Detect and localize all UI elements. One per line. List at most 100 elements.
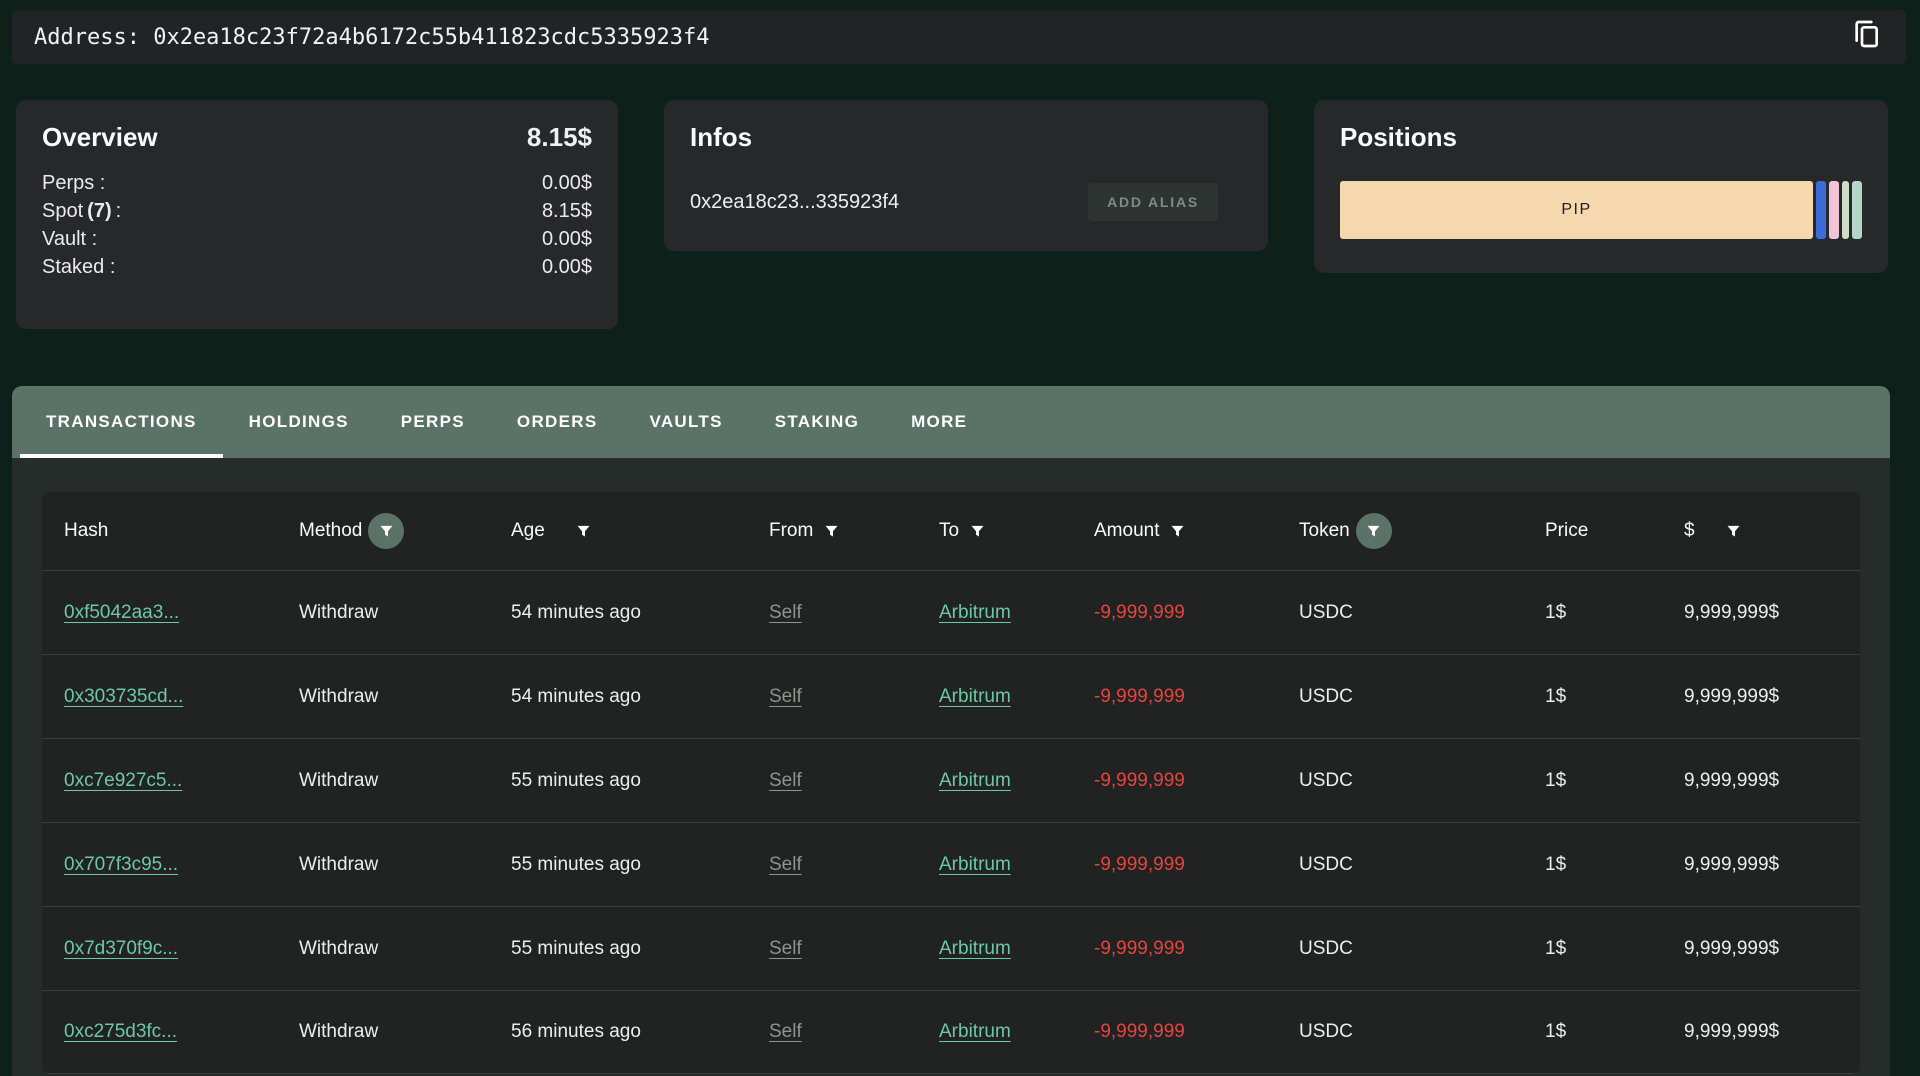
tx-price: 1$ bbox=[1545, 686, 1684, 708]
tx-method: Withdraw bbox=[299, 938, 511, 960]
tx-method: Withdraw bbox=[299, 1021, 511, 1043]
token-filter-icon[interactable] bbox=[1356, 513, 1392, 549]
add-alias-button[interactable]: ADD ALIAS bbox=[1088, 183, 1218, 221]
tx-from-link[interactable]: Self bbox=[769, 938, 939, 960]
spot-count: (7) bbox=[87, 200, 111, 222]
tx-token: USDC bbox=[1299, 770, 1545, 792]
tx-token: USDC bbox=[1299, 602, 1545, 624]
tx-price: 1$ bbox=[1545, 854, 1684, 876]
copy-icon bbox=[1850, 18, 1882, 56]
age-filter-icon[interactable] bbox=[575, 523, 592, 540]
tx-method: Withdraw bbox=[299, 770, 511, 792]
position-segment-pip[interactable]: PIP bbox=[1340, 181, 1813, 239]
tab-transactions[interactable]: TRANSACTIONS bbox=[20, 386, 223, 458]
tx-token: USDC bbox=[1299, 686, 1545, 708]
table-row: 0xc275d3fc... Withdraw 56 minutes ago Se… bbox=[42, 990, 1860, 1074]
overview-title: Overview bbox=[42, 122, 158, 153]
copy-address-button[interactable] bbox=[1848, 19, 1884, 55]
from-filter-icon[interactable] bbox=[823, 523, 840, 540]
tx-amount: -9,999,999 bbox=[1094, 602, 1299, 624]
tab-perps[interactable]: PERPS bbox=[375, 386, 491, 458]
overview-row-spot: Spot(7): 8.15$ bbox=[42, 197, 592, 225]
tx-hash-link[interactable]: 0xc275d3fc... bbox=[64, 1021, 299, 1043]
table-row: 0x707f3c95... Withdraw 55 minutes ago Se… bbox=[42, 822, 1860, 906]
short-address: 0x2ea18c23...335923f4 bbox=[690, 191, 899, 214]
tx-age: 56 minutes ago bbox=[511, 1021, 769, 1043]
tx-to-link[interactable]: Arbitrum bbox=[939, 854, 1094, 876]
wallet-address: Address: 0x2ea18c23f72a4b6172c55b411823c… bbox=[34, 25, 710, 50]
tx-hash-link[interactable]: 0x7d370f9c... bbox=[64, 938, 299, 960]
tx-hash-link[interactable]: 0x707f3c95... bbox=[64, 854, 299, 876]
method-filter-icon[interactable] bbox=[368, 513, 404, 549]
tx-usd-value: 9,999,999$ bbox=[1684, 686, 1838, 708]
position-segment-blue[interactable] bbox=[1816, 181, 1826, 239]
to-filter-icon[interactable] bbox=[969, 523, 986, 540]
tx-to-link[interactable]: Arbitrum bbox=[939, 938, 1094, 960]
usd-filter-icon[interactable] bbox=[1725, 523, 1742, 540]
column-header-hash: Hash bbox=[64, 520, 299, 542]
tx-usd-value: 9,999,999$ bbox=[1684, 938, 1838, 960]
position-segment-pale[interactable] bbox=[1842, 181, 1849, 239]
overview-row-staked: Staked : 0.00$ bbox=[42, 253, 592, 281]
tx-usd-value: 9,999,999$ bbox=[1684, 770, 1838, 792]
table-row: 0x7d370f9c... Withdraw 55 minutes ago Se… bbox=[42, 906, 1860, 990]
column-header-method: Method bbox=[299, 513, 511, 549]
tx-age: 55 minutes ago bbox=[511, 770, 769, 792]
tx-usd-value: 9,999,999$ bbox=[1684, 1021, 1838, 1043]
position-segment-pink[interactable] bbox=[1829, 181, 1839, 239]
tx-price: 1$ bbox=[1545, 770, 1684, 792]
tab-vaults[interactable]: VAULTS bbox=[623, 386, 748, 458]
tx-hash-link[interactable]: 0x303735cd... bbox=[64, 686, 299, 708]
tx-to-link[interactable]: Arbitrum bbox=[939, 602, 1094, 624]
amount-filter-icon[interactable] bbox=[1169, 523, 1186, 540]
tx-from-link[interactable]: Self bbox=[769, 1021, 939, 1043]
summary-cards-row: Overview 8.15$ Perps : 0.00$ Spot(7): 8.… bbox=[16, 100, 1888, 329]
perps-value: 0.00$ bbox=[542, 169, 592, 197]
tx-from-link[interactable]: Self bbox=[769, 770, 939, 792]
position-segment-teal[interactable] bbox=[1852, 181, 1862, 239]
positions-title: Positions bbox=[1340, 122, 1862, 153]
tx-price: 1$ bbox=[1545, 1021, 1684, 1043]
column-header-age: Age bbox=[511, 520, 769, 542]
column-header-to: To bbox=[939, 520, 1094, 542]
tx-amount: -9,999,999 bbox=[1094, 854, 1299, 876]
address-bar: Address: 0x2ea18c23f72a4b6172c55b411823c… bbox=[12, 10, 1906, 64]
tx-price: 1$ bbox=[1545, 602, 1684, 624]
tx-amount: -9,999,999 bbox=[1094, 770, 1299, 792]
tab-staking[interactable]: STAKING bbox=[749, 386, 885, 458]
tx-method: Withdraw bbox=[299, 602, 511, 624]
tx-hash-link[interactable]: 0xf5042aa3... bbox=[64, 602, 299, 624]
tx-to-link[interactable]: Arbitrum bbox=[939, 686, 1094, 708]
tx-amount: -9,999,999 bbox=[1094, 938, 1299, 960]
column-header-price: Price bbox=[1545, 520, 1684, 542]
tx-age: 54 minutes ago bbox=[511, 602, 769, 624]
tx-token: USDC bbox=[1299, 854, 1545, 876]
tab-bar: TRANSACTIONS HOLDINGS PERPS ORDERS VAULT… bbox=[12, 386, 1890, 458]
tx-from-link[interactable]: Self bbox=[769, 602, 939, 624]
tx-hash-link[interactable]: 0xc7e927c5... bbox=[64, 770, 299, 792]
tab-more[interactable]: MORE bbox=[885, 386, 993, 458]
tab-orders[interactable]: ORDERS bbox=[491, 386, 624, 458]
tx-method: Withdraw bbox=[299, 686, 511, 708]
column-header-from: From bbox=[769, 520, 939, 542]
infos-card: Infos 0x2ea18c23...335923f4 ADD ALIAS bbox=[664, 100, 1268, 251]
column-header-usd: $ bbox=[1684, 520, 1838, 542]
staked-value: 0.00$ bbox=[542, 253, 592, 281]
tab-holdings[interactable]: HOLDINGS bbox=[223, 386, 375, 458]
tx-age: 55 minutes ago bbox=[511, 938, 769, 960]
infos-title: Infos bbox=[690, 122, 1242, 153]
tx-to-link[interactable]: Arbitrum bbox=[939, 1021, 1094, 1043]
main-section: TRANSACTIONS HOLDINGS PERPS ORDERS VAULT… bbox=[12, 386, 1890, 1076]
overview-total-value: 8.15$ bbox=[527, 122, 592, 153]
tx-price: 1$ bbox=[1545, 938, 1684, 960]
tx-token: USDC bbox=[1299, 938, 1545, 960]
vault-label: Vault : bbox=[42, 225, 97, 253]
tx-from-link[interactable]: Self bbox=[769, 854, 939, 876]
staked-label: Staked : bbox=[42, 253, 115, 281]
tx-amount: -9,999,999 bbox=[1094, 1021, 1299, 1043]
positions-card: Positions PIP bbox=[1314, 100, 1888, 273]
tx-to-link[interactable]: Arbitrum bbox=[939, 770, 1094, 792]
positions-allocation-bar: PIP bbox=[1340, 181, 1862, 239]
column-header-token: Token bbox=[1299, 513, 1545, 549]
tx-from-link[interactable]: Self bbox=[769, 686, 939, 708]
